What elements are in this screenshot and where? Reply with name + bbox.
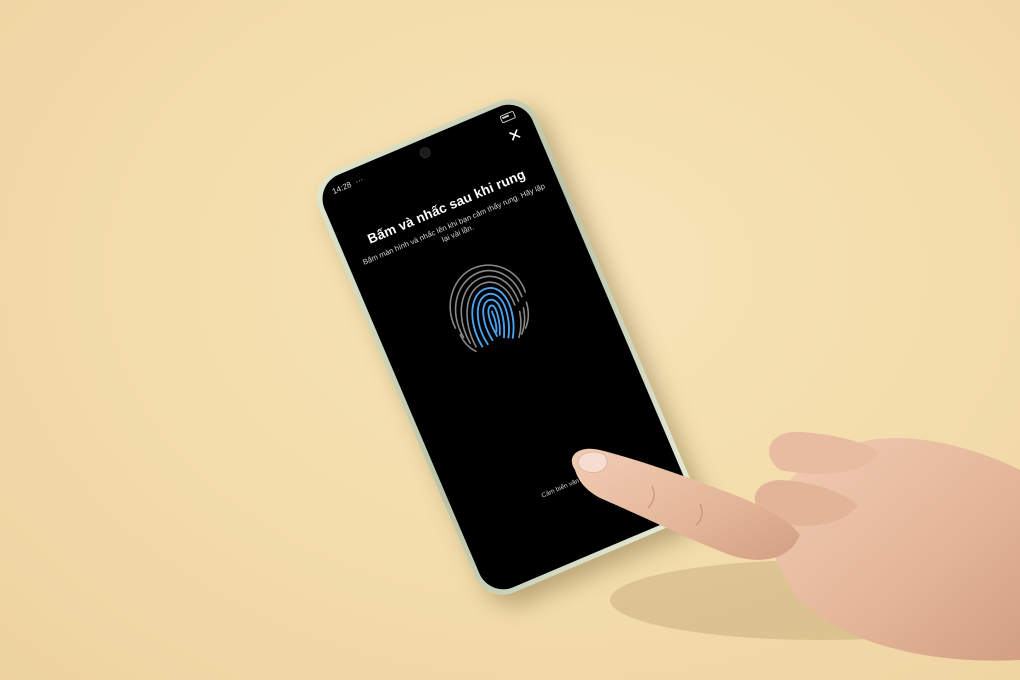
fingerprint-icon [449,264,530,353]
photo-scene: 14:28 ··· ✕ Bấm và nhấc sau khi rung Bấm… [0,0,1020,680]
phone-screen: 14:28 ··· ✕ Bấm và nhấc sau khi rung Bấm… [314,96,698,598]
battery-icon [499,110,517,124]
close-button[interactable]: ✕ [505,126,526,147]
status-more-dots: ··· [353,174,365,186]
status-right-group [499,110,517,124]
status-time: 14:28 [330,179,353,196]
phone-frame: 14:28 ··· ✕ Bấm và nhấc sau khi rung Bấm… [307,90,705,604]
fingerprint-sensor-area[interactable] [552,488,599,535]
close-icon: ✕ [505,125,525,147]
smartphone: 14:28 ··· ✕ Bấm và nhấc sau khi rung Bấm… [307,90,705,604]
